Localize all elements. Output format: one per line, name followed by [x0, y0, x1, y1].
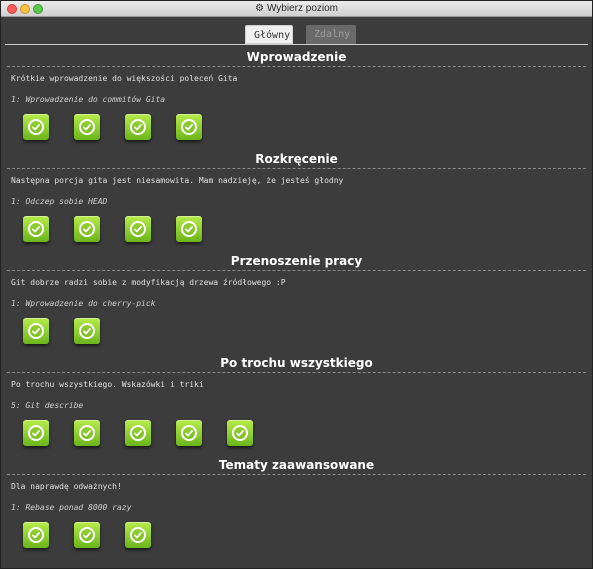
level-badges — [1, 318, 592, 354]
level-badge-button[interactable] — [176, 420, 202, 446]
level-badges — [1, 216, 592, 252]
checkmark-icon — [130, 425, 146, 441]
section-title: Przenoszenie pracy — [230, 254, 363, 268]
level-badge-button[interactable] — [23, 216, 49, 242]
window-title: ⚙ Wybierz poziom — [1, 2, 592, 16]
checkmark-icon — [79, 119, 95, 135]
level-badge-button[interactable] — [125, 114, 151, 140]
level-badge-button[interactable] — [227, 420, 253, 446]
section-description: Po trochu wszystkiego. Wskazówki i triki — [11, 380, 204, 389]
checkmark-icon — [232, 425, 248, 441]
checkmark-icon — [28, 527, 44, 543]
app-window: ⚙ Wybierz poziom Główny Zdalny Wprowadzen… — [0, 0, 593, 569]
level-badges — [1, 420, 592, 456]
section-title: Tematy zaawansowane — [218, 458, 375, 472]
level-badge-button[interactable] — [23, 420, 49, 446]
checkmark-icon — [130, 221, 146, 237]
checkmark-icon — [79, 323, 95, 339]
checkmark-icon — [130, 119, 146, 135]
level-section: Przenoszenie pracy Git dobrze radzi sobie… — [1, 252, 592, 354]
section-description: Krótkie wprowadzenie do większości polec… — [11, 74, 238, 83]
level-badge-button[interactable] — [23, 522, 49, 548]
window-title-text: Wybierz poziom — [266, 3, 338, 14]
tab-bar: Główny Zdalny — [1, 25, 592, 45]
level-badge-button[interactable] — [176, 114, 202, 140]
level-badge-button[interactable] — [23, 318, 49, 344]
section-current-level: 1: Rebase ponad 8000 razy — [11, 503, 132, 512]
section-title: Wprowadzenie — [246, 50, 347, 64]
checkmark-icon — [130, 527, 146, 543]
checkmark-icon — [79, 221, 95, 237]
gear-icon: ⚙ — [254, 3, 264, 14]
section-title: Rozkręcenie — [255, 152, 338, 166]
section-description: Następna porcja gita jest niesamowita. M… — [11, 176, 344, 185]
section-divider — [7, 474, 586, 475]
checkmark-icon — [181, 119, 197, 135]
checkmark-icon — [79, 527, 95, 543]
section-description: Git dobrze radzi sobie z modyfikacją drz… — [11, 278, 286, 287]
section-current-level: 1: Wprowadzenie do commitów Gita — [11, 95, 166, 104]
section-current-level: 1: Odczep sobie HEAD — [11, 197, 108, 206]
level-section: Wprowadzenie Krótkie wprowadzenie do więk… — [1, 48, 592, 150]
level-badge-button[interactable] — [176, 216, 202, 242]
level-sections: Wprowadzenie Krótkie wprowadzenie do więk… — [1, 48, 592, 558]
title-bar: ⚙ Wybierz poziom — [1, 1, 592, 17]
level-badge-button[interactable] — [74, 522, 100, 548]
checkmark-icon — [181, 425, 197, 441]
section-description: Dla naprawdę odważnych! — [11, 482, 122, 491]
tab-divider — [5, 44, 588, 45]
level-badge-button[interactable] — [74, 114, 100, 140]
level-badges — [1, 114, 592, 150]
checkmark-icon — [28, 221, 44, 237]
level-badge-button[interactable] — [125, 420, 151, 446]
tab-main[interactable]: Główny — [245, 25, 293, 44]
checkmark-icon — [28, 119, 44, 135]
section-divider — [7, 372, 586, 373]
level-badge-button[interactable] — [125, 522, 151, 548]
level-badges — [1, 522, 592, 558]
checkmark-icon — [28, 323, 44, 339]
section-current-level: 5: Git describe — [11, 401, 84, 410]
checkmark-icon — [28, 425, 44, 441]
level-badge-button[interactable] — [125, 216, 151, 242]
section-divider — [7, 168, 586, 169]
section-title: Po trochu wszystkiego — [220, 356, 373, 370]
checkmark-icon — [181, 221, 197, 237]
level-badge-button[interactable] — [74, 318, 100, 344]
level-badge-button[interactable] — [74, 216, 100, 242]
level-section: Po trochu wszystkiego Po trochu wszystkie… — [1, 354, 592, 456]
section-divider — [7, 66, 586, 67]
checkmark-icon — [79, 425, 95, 441]
level-badge-button[interactable] — [74, 420, 100, 446]
section-current-level: 1: Wprowadzenie do cherry-pick — [11, 299, 156, 308]
level-section: Tematy zaawansowane Dla naprawdę odważnyc… — [1, 456, 592, 558]
level-section: Rozkręcenie Następna porcja gita jest nie… — [1, 150, 592, 252]
tab-remote[interactable]: Zdalny — [306, 25, 356, 44]
section-divider — [7, 270, 586, 271]
level-badge-button[interactable] — [23, 114, 49, 140]
